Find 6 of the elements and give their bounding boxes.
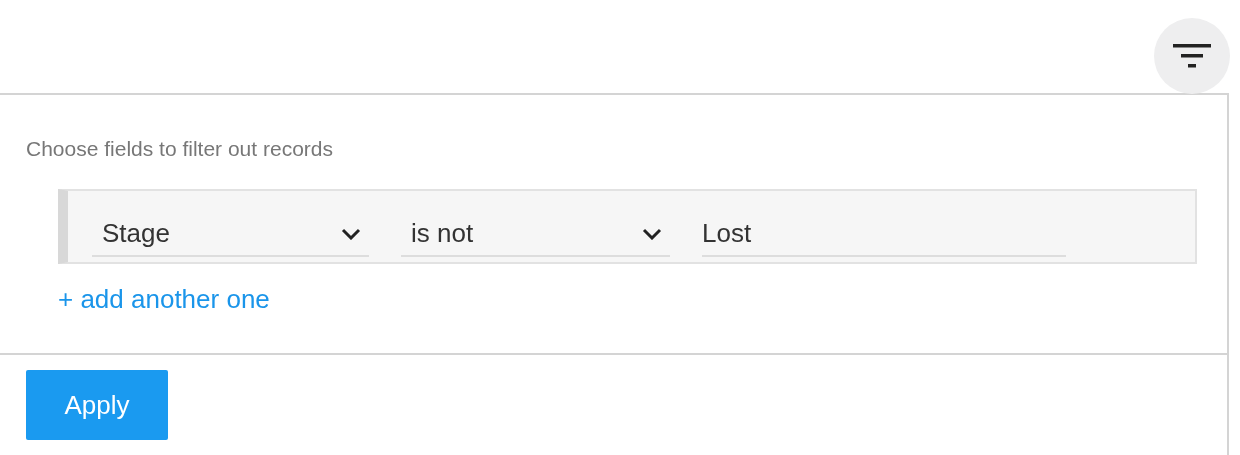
panel-hint: Choose fields to filter out records	[26, 137, 334, 161]
chevron-down-icon	[341, 227, 361, 240]
value-field[interactable]: Lost	[702, 212, 1066, 257]
chevron-down-icon	[642, 227, 662, 240]
field-select[interactable]: Stage	[92, 212, 369, 257]
operator-select[interactable]: is not	[401, 212, 670, 257]
